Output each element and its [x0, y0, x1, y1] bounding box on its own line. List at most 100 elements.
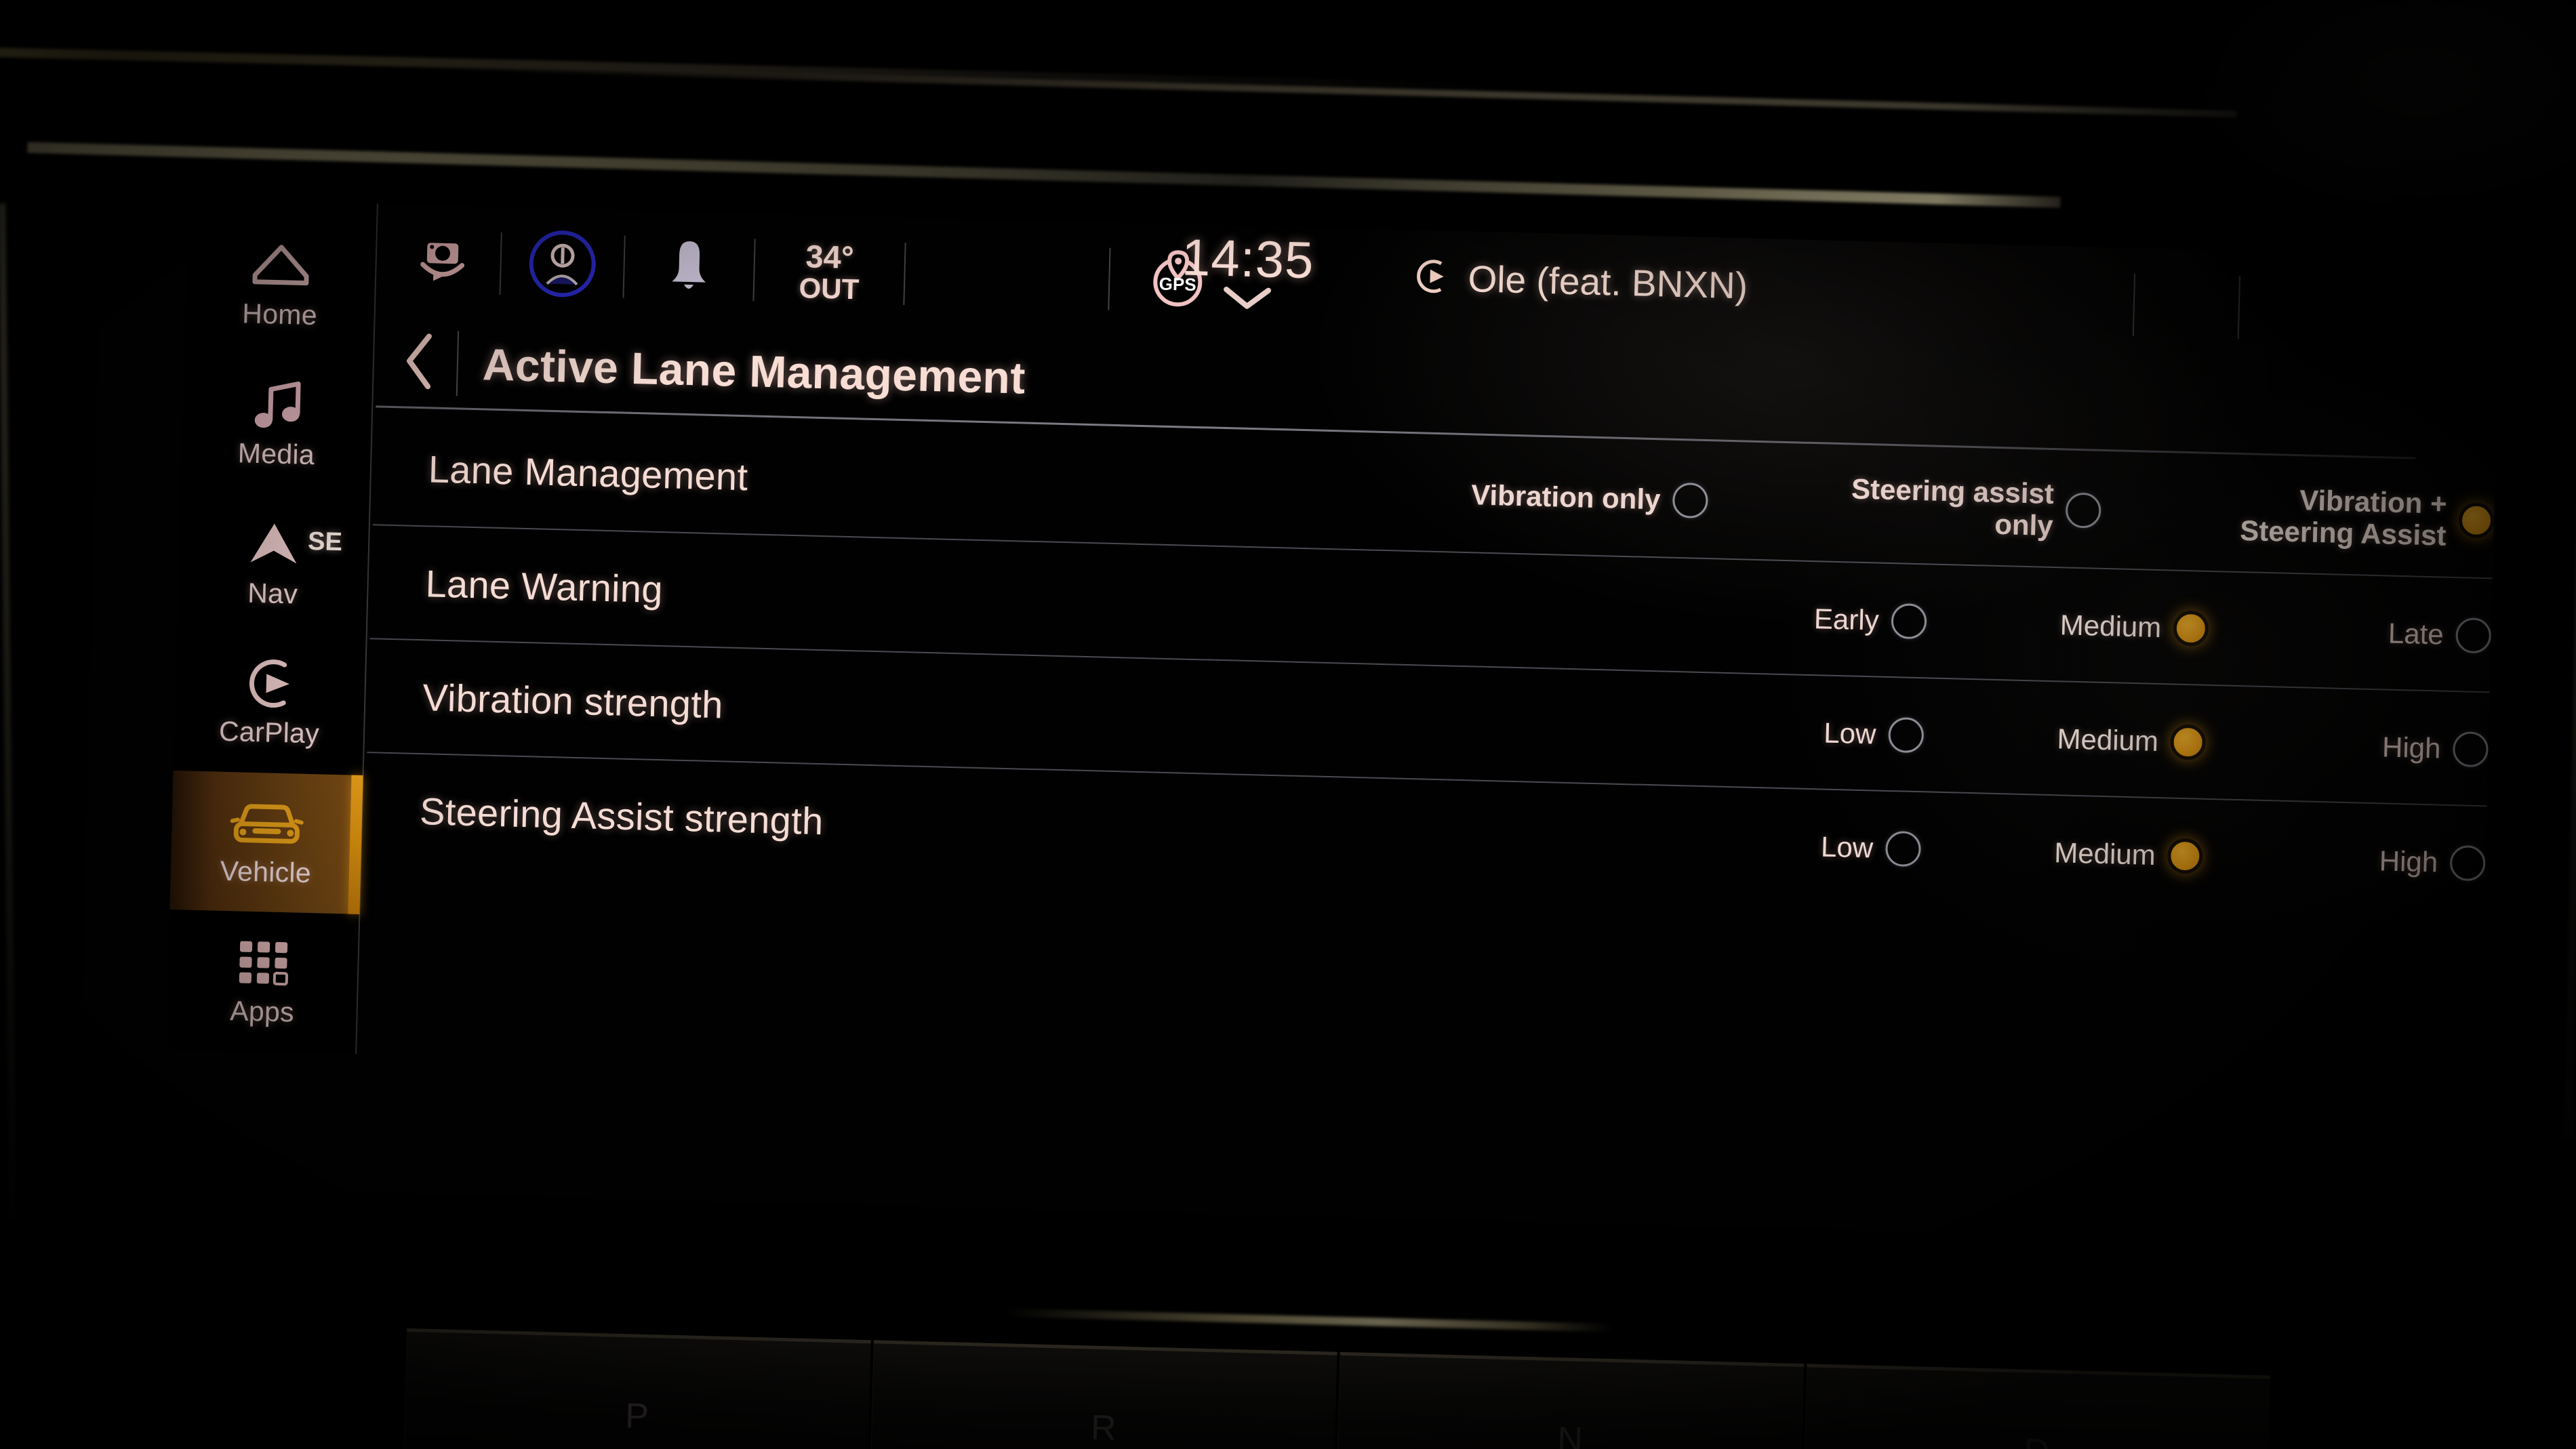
camera-360-icon — [413, 232, 472, 291]
dashboard-trim-highlight-upper — [0, 46, 1518, 94]
option-medium[interactable]: Medium — [1920, 832, 2204, 874]
outside-temperature: 34° OUT — [753, 213, 905, 331]
chevron-down-icon — [1220, 284, 1274, 316]
sidebar-item-media[interactable]: Media — [180, 352, 374, 497]
option-high[interactable]: High — [2205, 725, 2489, 768]
home-icon — [251, 239, 311, 293]
clock-value: 14:35 — [1181, 228, 1315, 290]
now-playing-title: Ole (feat. BNXN) — [1467, 258, 1748, 307]
play-circle-icon — [1415, 258, 1452, 298]
option-label: Vibration + Steering Assist — [2239, 484, 2448, 552]
clock-button[interactable]: 14:35 — [1180, 228, 1314, 317]
navigation-arrow-icon — [246, 517, 302, 571]
sidebar-item-carplay[interactable]: CarPlay — [174, 631, 367, 775]
setting-label: Vibration strength — [422, 675, 724, 726]
sidebar-item-label: Media — [237, 437, 315, 471]
radio-button[interactable] — [1887, 716, 1925, 754]
dashboard-trim-highlight-mid — [407, 62, 2237, 118]
photo-scene: Home Media SE Nav CarPlay Vehicle Apps 3… — [0, 0, 2576, 1449]
option-label: Low — [1823, 717, 1877, 750]
driver-profile-button[interactable] — [500, 207, 625, 324]
radio-button-selected[interactable] — [2170, 724, 2207, 760]
option-low[interactable]: Low — [1641, 711, 1925, 754]
screen-bezel-left-edge — [0, 203, 16, 1221]
gear-label: P — [624, 1396, 649, 1437]
setting-label: Lane Management — [428, 447, 749, 498]
bell-icon — [663, 237, 715, 301]
option-low[interactable]: Low — [1638, 825, 1921, 868]
option-steering-assist-only[interactable]: Steering assist only — [1707, 469, 2101, 543]
gear-button-p[interactable]: P — [403, 1328, 871, 1449]
sidebar-item-label: CarPlay — [218, 715, 320, 750]
option-label: High — [2381, 731, 2442, 765]
camera-button[interactable] — [384, 204, 502, 321]
radio-button[interactable] — [2452, 731, 2489, 768]
page-title: Active Lane Management — [481, 339, 1026, 403]
settings-list: Lane Management Vibration only Steering … — [364, 410, 2495, 921]
gear-selector: P R N D — [403, 1328, 2271, 1449]
option-medium[interactable]: Medium — [1926, 604, 2209, 647]
sidebar: Home Media SE Nav CarPlay Vehicle Apps — [167, 197, 378, 1054]
gear-label: N — [1556, 1420, 1584, 1449]
radio-button[interactable] — [2455, 617, 2492, 654]
setting-label: Steering Assist strength — [419, 789, 824, 842]
gear-button-n[interactable]: N — [1336, 1351, 1804, 1449]
option-label: Low — [1820, 830, 1874, 864]
sidebar-item-label: Apps — [229, 994, 295, 1028]
radio-button[interactable] — [1672, 482, 1709, 519]
option-label: Early — [1813, 603, 1880, 637]
infotainment-screen: Home Media SE Nav CarPlay Vehicle Apps 3… — [77, 197, 2501, 1247]
sidebar-item-apps[interactable]: Apps — [166, 910, 359, 1054]
option-group: Low Medium High — [1636, 785, 2487, 921]
gear-label: D — [2024, 1431, 2050, 1449]
apps-grid-icon — [237, 935, 291, 989]
notifications-button[interactable] — [624, 210, 755, 327]
option-label: Medium — [2053, 836, 2156, 872]
option-medium[interactable]: Medium — [1923, 718, 2207, 760]
sidebar-item-label: Vehicle — [220, 855, 312, 889]
radio-button-selected[interactable] — [2173, 610, 2209, 647]
driver-profile-icon — [526, 227, 599, 303]
option-early[interactable]: Early — [1643, 597, 1927, 640]
option-label: Vibration only — [1470, 478, 1662, 516]
selection-accent-bar — [348, 775, 363, 915]
option-group: Low Medium High — [1640, 672, 2490, 807]
option-vibration-only[interactable]: Vibration only — [1314, 473, 1709, 519]
now-playing-button[interactable]: Ole (feat. BNXN) — [1415, 256, 1748, 307]
chevron-left-icon — [402, 331, 437, 394]
carplay-icon — [241, 657, 300, 711]
radio-button[interactable] — [2065, 492, 2101, 529]
option-label: Medium — [2057, 722, 2159, 758]
nav-heading-badge: SE — [307, 527, 343, 557]
option-high[interactable]: High — [2202, 839, 2486, 882]
option-late[interactable]: Late — [2209, 611, 2492, 654]
sidebar-item-nav[interactable]: SE Nav — [177, 491, 370, 636]
option-vibration-plus-steering-assist[interactable]: Vibration + Steering Assist — [2100, 479, 2495, 553]
screen-bezel-right-edge — [2564, 156, 2576, 1139]
option-label: High — [2379, 844, 2438, 878]
car-front-icon — [229, 796, 305, 851]
option-label: Medium — [2059, 609, 2162, 644]
gear-button-r[interactable]: R — [870, 1340, 1337, 1449]
radio-button[interactable] — [1891, 603, 1927, 640]
sidebar-item-label: Home — [241, 298, 318, 331]
radio-button[interactable] — [1885, 830, 1921, 868]
option-label: Steering assist only — [1851, 472, 2055, 542]
sidebar-item-home[interactable]: Home — [184, 213, 377, 357]
gear-button-d[interactable]: D — [1803, 1364, 2271, 1449]
option-group: Early Medium Late — [1643, 558, 2493, 693]
sidebar-item-label: Nav — [247, 577, 298, 610]
radio-button[interactable] — [2449, 844, 2486, 882]
sidebar-item-vehicle[interactable]: Vehicle — [169, 770, 363, 915]
back-button[interactable] — [381, 318, 458, 408]
temperature-value: 34° — [805, 238, 855, 276]
console-trim-highlight — [1003, 1308, 1614, 1332]
gear-label: R — [1090, 1408, 1117, 1448]
radio-button-selected[interactable] — [2167, 838, 2204, 874]
setting-label: Lane Warning — [424, 561, 664, 611]
screen-bezel-highlight — [27, 142, 2061, 208]
radio-button-selected[interactable] — [2458, 502, 2495, 539]
ambient-glow-top-right — [2183, 0, 2576, 217]
temperature-label: OUT — [799, 272, 860, 306]
option-label: Late — [2388, 617, 2444, 651]
